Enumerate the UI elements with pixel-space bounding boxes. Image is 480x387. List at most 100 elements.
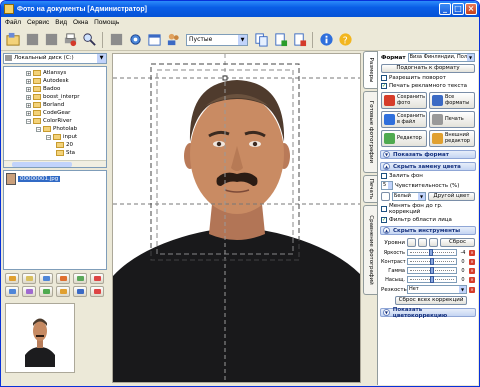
copy-doc-icon[interactable] [252,31,270,49]
format-select[interactable]: Виза Финляндии, Польш ▼ [407,53,475,62]
reset-all-button[interactable]: Сброс всех коррекций [395,296,467,305]
brightness-row: Яркость -4 × [383,249,475,256]
gray-tool-1[interactable] [23,31,41,49]
fit-format-button[interactable]: Подогнать к формату [381,64,475,73]
all-formats-button[interactable]: Все форматы [429,92,475,109]
mini-tool-12[interactable] [90,286,104,297]
file-item[interactable]: 00000001.jpg [6,173,104,185]
calendar-icon[interactable] [145,31,163,49]
menu-view[interactable]: Вид [55,19,67,26]
hide-tools-header[interactable]: ▲ Скрыть инструменты [380,226,476,235]
mini-tool-9[interactable] [39,286,53,297]
menu-file[interactable]: Файл [5,19,21,26]
save-file-icon [384,114,395,125]
tree-item[interactable]: + Borland [6,101,104,109]
mini-tool-7[interactable] [5,286,19,297]
tree-item[interactable]: + boost_interpr [6,93,104,101]
users-icon[interactable] [164,31,182,49]
gray-tool-2[interactable] [42,31,60,49]
mini-tool-delete[interactable] [90,273,104,284]
contrast-reset-icon[interactable]: × [469,258,475,265]
tab-print[interactable]: Печать [363,175,377,203]
mini-tool-11[interactable] [73,286,87,297]
tree-item[interactable]: + Autodesk [6,77,104,85]
menu-service[interactable]: Сервис [27,19,49,26]
tab-compare[interactable]: Сравнение фотографий [363,205,377,295]
levels-label: Уровни [384,239,405,246]
settings-panel: Формат Виза Финляндии, Польш ▼ Подогнать … [377,51,478,385]
face-filter-checkbox[interactable]: ✓ Фильтр области лица [381,217,475,223]
tree-item[interactable]: 20 [6,141,104,149]
fill-bg-checkbox[interactable]: Залить фон [381,173,475,179]
sensitivity-spinner[interactable]: 5 [381,181,393,190]
drive-select[interactable]: Локальный диск (C:) ▼ [3,53,107,64]
menu-help[interactable]: Помощь [94,19,119,26]
save-file-button[interactable]: Сохранить в файл [381,111,427,128]
gamma-slider[interactable] [407,267,457,274]
show-format-header[interactable]: ▼ Показать формат [380,150,476,159]
external-editor-button[interactable]: Внешний редактор [429,130,475,147]
menu-windows[interactable]: Окна [73,19,88,26]
delete-doc-icon[interactable] [290,31,308,49]
file-list[interactable]: 00000001.jpg [3,170,107,270]
minimize-button[interactable]: _ [439,3,451,15]
mini-tool-disk[interactable] [39,273,53,284]
gray-tool-3[interactable] [107,31,125,49]
mini-tool-refresh[interactable] [73,273,87,284]
photo-canvas[interactable] [112,53,361,383]
contrast-slider[interactable] [407,258,457,265]
tree-item[interactable]: − ColorRiver [6,117,104,125]
saturation-reset-icon[interactable]: × [469,276,475,283]
saturation-slider[interactable] [407,276,457,283]
mini-tool-10[interactable] [56,286,70,297]
mini-tool-open[interactable] [5,273,19,284]
mini-tool-8[interactable] [22,286,36,297]
info-icon[interactable] [317,31,335,49]
gamma-reset-icon[interactable]: × [469,267,475,274]
preset-select[interactable]: Пустые ▼ [186,33,248,46]
tree-item[interactable]: Sta [6,149,104,157]
levels-tool-1[interactable] [407,238,416,247]
file-name: 00000001.jpg [18,176,61,182]
levels-reset-button[interactable]: Сброс [440,238,475,247]
levels-tool-3[interactable] [429,238,438,247]
mini-tool-rotate[interactable] [56,273,70,284]
hide-bg-header[interactable]: ▲ Скрыть замену цвета [380,162,476,171]
tree-scrollbar[interactable] [4,160,106,167]
title-bar[interactable]: Фото на документы [Администратор] _ □ × [1,1,479,17]
change-bg-checkbox[interactable]: Менять фон до гр. коррекций [381,203,475,215]
show-color-header[interactable]: ▼ Показать цветокоррекцию [380,307,476,319]
zoom-icon[interactable] [80,31,98,49]
print-button[interactable]: Печать [429,111,475,128]
save-photo-button[interactable]: Сохранить фото [381,92,427,109]
other-color-button[interactable]: Другой цвет [428,192,475,201]
brightness-reset-icon[interactable]: × [469,249,475,256]
editor-button[interactable]: Редактор [381,130,427,147]
color-select[interactable]: Белый ▼ [392,192,426,201]
sharpness-select[interactable]: Нет ▼ [407,285,467,294]
print-ad-checkbox[interactable]: ✓ Печать рекламного текста [381,83,475,89]
print-icon[interactable] [61,31,79,49]
color-swatch [381,192,390,201]
levels-tool-2[interactable] [418,238,427,247]
sharpness-reset-icon[interactable]: × [469,286,475,293]
external-editor-icon [432,133,443,144]
tree-item[interactable]: − input [6,133,104,141]
help-icon[interactable]: ? [336,31,354,49]
mini-tool-folder[interactable] [22,273,36,284]
close-button[interactable]: × [465,3,477,15]
tree-item[interactable]: + Atlansys [6,69,104,77]
tab-ready-photos[interactable]: Готовые фотографии [363,91,377,173]
maximize-button[interactable]: □ [452,3,464,15]
folder-tree[interactable]: + Atlansys + Autodesk + Badoo + boost_interp… [3,66,107,168]
brightness-slider[interactable] [407,249,457,256]
add-doc-icon[interactable] [271,31,289,49]
tree-item[interactable]: + Badoo [6,85,104,93]
tab-sizes[interactable]: Размеры [363,51,377,89]
tree-item[interactable]: + CodeGear [6,109,104,117]
svg-text:?: ? [342,35,347,46]
settings-icon[interactable] [126,31,144,49]
tree-item[interactable]: − Photolab [6,125,104,133]
open-button[interactable] [4,31,22,49]
allow-rotate-checkbox[interactable]: Разрешить поворот [381,75,475,81]
